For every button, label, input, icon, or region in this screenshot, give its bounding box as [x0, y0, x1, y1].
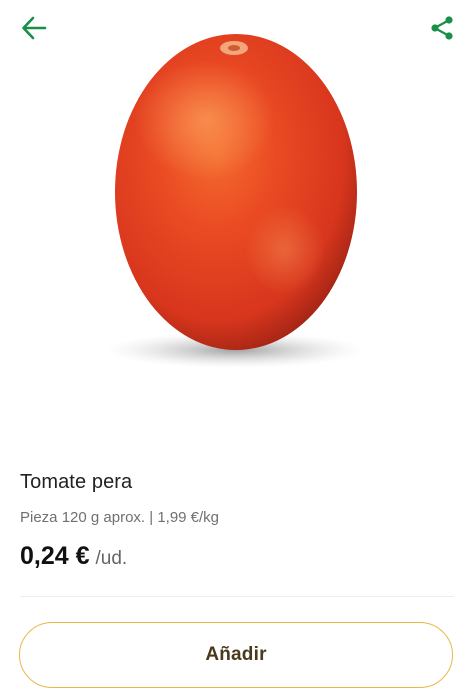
price-unit: /ud.	[95, 548, 128, 569]
divider	[20, 596, 454, 597]
arrow-left-icon	[22, 16, 47, 40]
add-to-cart-button[interactable]: Añadir	[19, 622, 453, 688]
back-button[interactable]	[14, 10, 54, 46]
product-meta: Pieza 120 g aprox. | 1,99 €/kg	[20, 509, 220, 526]
share-icon	[431, 16, 453, 40]
price-row: 0,24 € /ud.	[20, 542, 454, 571]
product-price: 0,24 €	[20, 542, 90, 570]
product-name: Tomate pera	[20, 471, 133, 493]
add-button-label: Añadir	[205, 644, 267, 665]
share-button[interactable]	[422, 8, 462, 48]
product-info: Tomate pera Pieza 120 g aprox. | 1,99 €/…	[20, 468, 454, 571]
product-image	[105, 34, 365, 368]
top-bar	[0, 0, 474, 56]
